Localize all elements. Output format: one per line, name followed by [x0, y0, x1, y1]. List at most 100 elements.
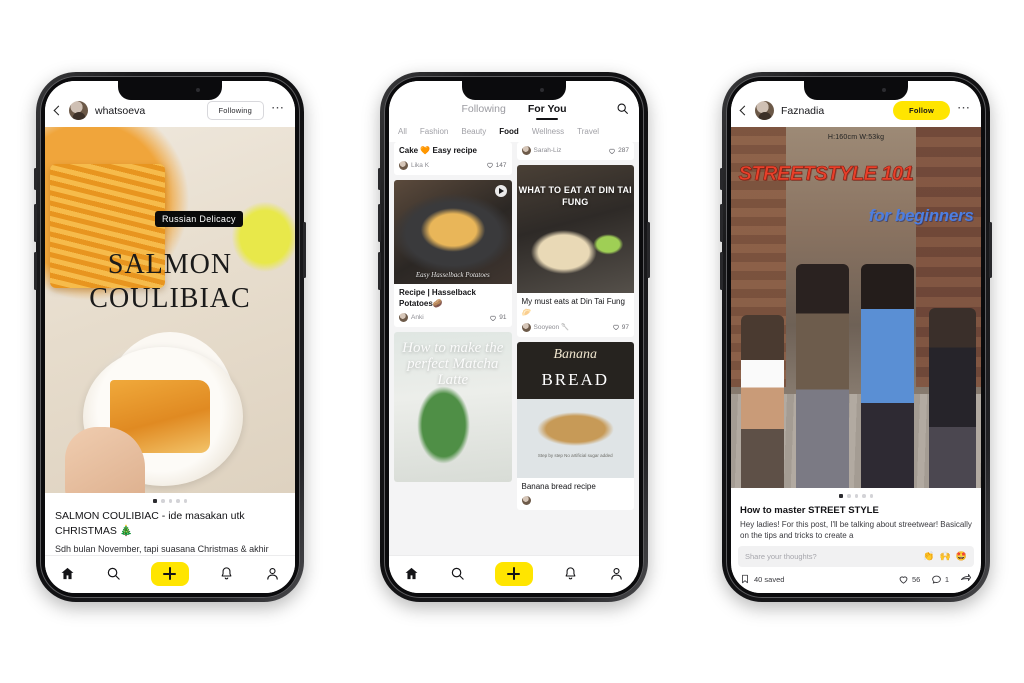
search-icon[interactable]: [106, 566, 121, 581]
feed-card[interactable]: Cake 🧡 Easy recipe Lika K 147: [394, 142, 512, 175]
volume-up-button[interactable]: [720, 204, 723, 242]
image-overlay-script: Banana: [553, 347, 598, 363]
search-icon[interactable]: [616, 102, 629, 120]
chip-food[interactable]: Food: [499, 127, 519, 136]
feed-column-left: Cake 🧡 Easy recipe Lika K 147 Easy Hasse…: [394, 142, 512, 555]
person-shape: [861, 264, 914, 488]
like-count: 56: [911, 574, 921, 584]
play-icon[interactable]: [494, 184, 507, 197]
card-like-count[interactable]: 147: [486, 161, 507, 169]
power-button[interactable]: [647, 222, 650, 278]
chevron-left-icon[interactable]: [739, 105, 750, 116]
card-like-count[interactable]: 97: [612, 323, 629, 331]
more-horizontal-icon[interactable]: ⋯: [957, 101, 971, 116]
clap-emoji-icon[interactable]: 👏: [923, 551, 934, 562]
feed-card[interactable]: How to make the perfect Matcha Latte: [394, 332, 512, 483]
comment-input[interactable]: Share your thoughts?: [745, 552, 923, 561]
carousel-dot[interactable]: [869, 494, 873, 498]
search-icon[interactable]: [450, 566, 465, 581]
star-struck-emoji-icon[interactable]: 🤩: [956, 551, 967, 562]
volume-down-button[interactable]: [378, 252, 381, 290]
card-like-count[interactable]: 287: [608, 147, 629, 155]
share-button[interactable]: [960, 573, 972, 585]
card-like-count[interactable]: 91: [489, 314, 507, 322]
card-username[interactable]: Sooyeon 🥄: [534, 323, 609, 331]
chip-all[interactable]: All: [398, 127, 407, 136]
person-icon[interactable]: [265, 566, 280, 581]
tab-for-you[interactable]: For You: [528, 103, 567, 120]
chip-wellness[interactable]: Wellness: [532, 127, 564, 136]
comment-input-bar[interactable]: Share your thoughts? 👏 🙌 🤩: [738, 546, 974, 567]
card-username[interactable]: Anki: [411, 314, 486, 321]
image-overlay-title: How to make the perfect Matcha Latte: [402, 340, 504, 388]
feed-card[interactable]: Sarah-Liz 287: [516, 142, 634, 160]
carousel-dots[interactable]: [731, 488, 981, 502]
carousel-dot[interactable]: [862, 494, 866, 498]
carousel-dot[interactable]: [847, 494, 851, 498]
mute-switch[interactable]: [720, 168, 723, 190]
avatar[interactable]: [399, 160, 408, 170]
card-username[interactable]: Lika K: [411, 162, 483, 169]
card-title: My must eats at Din Tai Fung 🥟: [521, 297, 625, 317]
feed-card[interactable]: Easy Hasselback Potatoes Recipe | Hassel…: [394, 179, 512, 328]
carousel-dot[interactable]: [176, 499, 180, 503]
person-icon[interactable]: [609, 566, 624, 581]
mute-switch[interactable]: [34, 168, 37, 190]
more-horizontal-icon[interactable]: ⋯: [271, 101, 285, 116]
person-shape: [796, 264, 849, 488]
hero-title-line2: COULIBIAC: [89, 282, 251, 314]
like-button[interactable]: 56: [898, 574, 920, 585]
volume-up-button[interactable]: [34, 204, 37, 242]
avatar[interactable]: [69, 101, 88, 120]
carousel-dot[interactable]: [168, 499, 172, 503]
volume-down-button[interactable]: [34, 252, 37, 290]
create-post-button[interactable]: [494, 561, 533, 586]
avatar[interactable]: [399, 313, 408, 323]
avatar[interactable]: [521, 496, 531, 506]
phone-screen-2: Following For You All Fashion Beauty Foo…: [389, 81, 639, 593]
carousel-dot[interactable]: [854, 494, 858, 498]
card-username[interactable]: Sarah-Liz: [534, 147, 606, 154]
post-media[interactable]: Russian Delicacy SALMON COULIBIAC: [45, 127, 295, 494]
carousel-dot[interactable]: [839, 494, 843, 498]
bell-icon[interactable]: [563, 566, 578, 581]
carousel-dots[interactable]: [45, 493, 295, 508]
carousel-dot[interactable]: [183, 499, 187, 503]
volume-up-button[interactable]: [378, 204, 381, 242]
post-username[interactable]: whatsoeva: [95, 105, 200, 117]
avatar[interactable]: [755, 101, 774, 120]
avatar[interactable]: [521, 322, 531, 332]
save-button[interactable]: 40 saved: [740, 574, 784, 584]
phone-screen-1: whatsoeva Following ⋯ Russian Delicacy S…: [45, 81, 295, 593]
mute-switch[interactable]: [378, 168, 381, 190]
home-icon[interactable]: [60, 566, 75, 581]
chip-beauty[interactable]: Beauty: [461, 127, 486, 136]
bell-icon[interactable]: [219, 566, 234, 581]
matcha-latte-thumbnail[interactable]: How to make the perfect Matcha Latte: [394, 332, 512, 483]
volume-down-button[interactable]: [720, 252, 723, 290]
follow-button[interactable]: Follow: [893, 101, 950, 120]
post-media[interactable]: H:160cm W:53kg STREETSTYLE 101 for begin…: [731, 127, 981, 488]
feed-card[interactable]: Banana BREAD Step by step No artificial …: [516, 341, 634, 511]
comment-button[interactable]: 1: [931, 574, 949, 585]
post-username[interactable]: Faznadia: [781, 105, 886, 117]
hasselback-potatoes-thumbnail[interactable]: Easy Hasselback Potatoes: [394, 179, 512, 284]
home-icon[interactable]: [404, 566, 419, 581]
feed-grid[interactable]: Cake 🧡 Easy recipe Lika K 147 Easy Hasse…: [389, 142, 639, 555]
power-button[interactable]: [303, 222, 306, 278]
chevron-left-icon[interactable]: [53, 105, 64, 116]
create-post-button[interactable]: [150, 561, 189, 586]
din-tai-fung-thumbnail[interactable]: WHAT TO EAT AT DIN TAI FUNG: [516, 165, 634, 293]
banana-bread-thumbnail[interactable]: Banana BREAD Step by step No artificial …: [516, 341, 634, 478]
chip-travel[interactable]: Travel: [577, 127, 599, 136]
power-button[interactable]: [989, 222, 992, 278]
raised-hands-emoji-icon[interactable]: 🙌: [940, 551, 951, 562]
like-count-value: 287: [618, 147, 629, 154]
carousel-dot[interactable]: [153, 499, 157, 504]
feed-card[interactable]: WHAT TO EAT AT DIN TAI FUNG My must eats…: [516, 165, 634, 337]
tab-following[interactable]: Following: [461, 103, 505, 120]
chip-fashion[interactable]: Fashion: [420, 127, 448, 136]
avatar[interactable]: [521, 146, 531, 155]
carousel-dot[interactable]: [161, 499, 165, 503]
following-button[interactable]: Following: [206, 101, 264, 120]
